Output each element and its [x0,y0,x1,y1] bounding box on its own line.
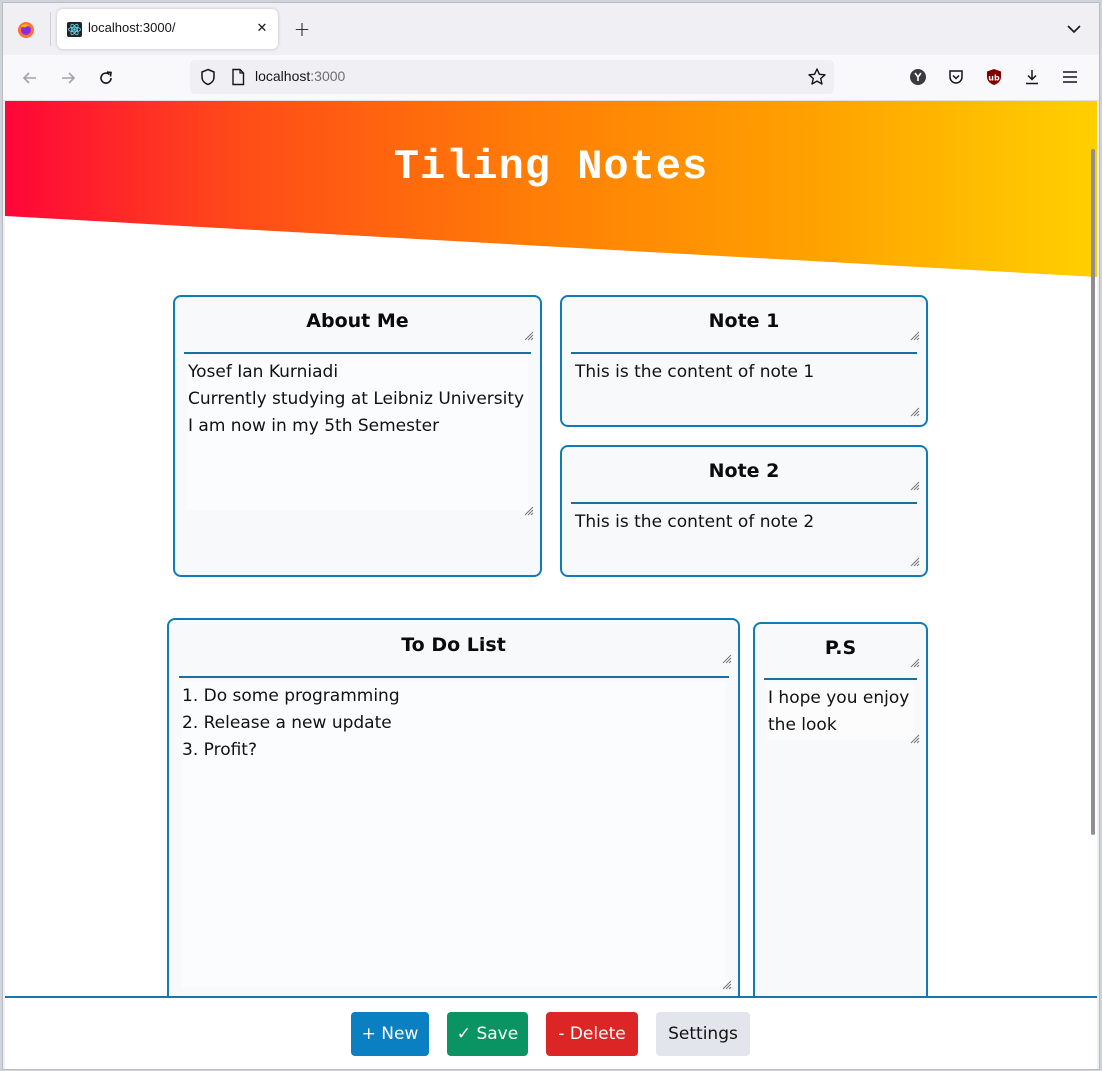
back-arrow-icon[interactable] [18,66,42,90]
resize-grip-icon[interactable] [910,729,920,744]
bottom-toolbar: + New ✓ Save - Delete Settings [5,996,1097,1069]
reload-icon[interactable] [94,66,118,90]
close-tab-icon[interactable]: ✕ [252,18,272,38]
downloads-icon[interactable] [1021,66,1043,88]
delete-button[interactable]: - Delete [546,1012,638,1056]
resize-grip-icon[interactable] [910,326,920,341]
note-content-about-me[interactable]: Yosef Ian Kurniadi Currently studying at… [188,359,528,440]
note-card-note-2: Note 2 This is the content of note 2 [560,445,928,577]
save-button[interactable]: ✓ Save [447,1012,528,1056]
new-tab-icon[interactable]: + [290,17,314,41]
forward-arrow-icon[interactable] [56,66,80,90]
address-bar[interactable]: localhost:3000 [190,60,834,94]
note-title-note-2[interactable]: Note 2 [562,460,926,482]
shield-icon[interactable] [199,68,217,86]
tab-title: localhost:3000/ [88,20,176,35]
navigation-toolbar: localhost:3000 ub [3,55,1099,101]
url-port: :3000 [310,68,346,84]
resize-grip-icon[interactable] [910,653,920,668]
note-card-ps: P.S I hope you enjoy the look [753,622,928,1018]
note-title-ps[interactable]: P.S [755,637,926,659]
note-card-note-1: Note 1 This is the content of note 1 [560,295,928,427]
note-title-note-1[interactable]: Note 1 [562,310,926,332]
url-text[interactable]: localhost:3000 [255,68,345,84]
tab-strip: localhost:3000/ ✕ + [3,3,1099,55]
page-title: Tiling Notes [393,143,709,191]
pocket-icon[interactable] [945,66,967,88]
note-content-ps[interactable]: I hope you enjoy the look [768,685,918,739]
resize-grip-icon[interactable] [910,552,920,567]
svg-text:ub: ub [988,74,1000,83]
title-divider [764,678,917,680]
browser-window: localhost:3000/ ✕ + localhost:3000 ub Ti… [2,2,1100,1070]
note-title-about-me[interactable]: About Me [175,310,540,332]
title-divider [179,676,729,678]
resize-grip-icon[interactable] [722,649,732,664]
note-title-to-do-list[interactable]: To Do List [169,634,738,656]
resize-grip-icon[interactable] [524,501,534,516]
resize-grip-icon[interactable] [524,326,534,341]
tab-separator [50,12,51,46]
title-divider [571,352,917,354]
resize-grip-icon[interactable] [910,476,920,491]
note-content-to-do-list[interactable]: 1. Do some programming 2. Release a new … [182,683,722,764]
note-card-about-me: About Me Yosef Ian Kurniadi Currently st… [173,295,542,577]
tab-localhost[interactable]: localhost:3000/ ✕ [57,9,278,49]
note-card-to-do-list: To Do List 1. Do some programming 2. Rel… [167,618,740,1018]
page-scrollbar[interactable] [1091,149,1095,835]
ublock-origin-icon[interactable]: ub [983,66,1005,88]
page-icon[interactable] [230,68,246,86]
settings-button[interactable]: Settings [656,1012,750,1056]
resize-grip-icon[interactable] [910,402,920,417]
note-content-note-1[interactable]: This is the content of note 1 [575,359,915,386]
menu-hamburger-icon[interactable] [1059,66,1081,88]
page-viewport: Tiling Notes About Me Yosef Ian Kurniadi… [5,101,1097,1069]
resize-grip-icon[interactable] [722,975,732,990]
note-content-note-2[interactable]: This is the content of note 2 [575,509,915,536]
react-icon [67,22,82,37]
title-divider [184,352,531,354]
url-host: localhost [255,68,311,84]
new-note-button[interactable]: + New [351,1012,429,1056]
bookmark-star-icon[interactable] [807,67,827,87]
chevron-down-icon[interactable] [1063,18,1085,40]
title-divider [571,502,917,504]
firefox-view-icon[interactable] [13,17,39,43]
extension-y-icon[interactable] [907,66,929,88]
